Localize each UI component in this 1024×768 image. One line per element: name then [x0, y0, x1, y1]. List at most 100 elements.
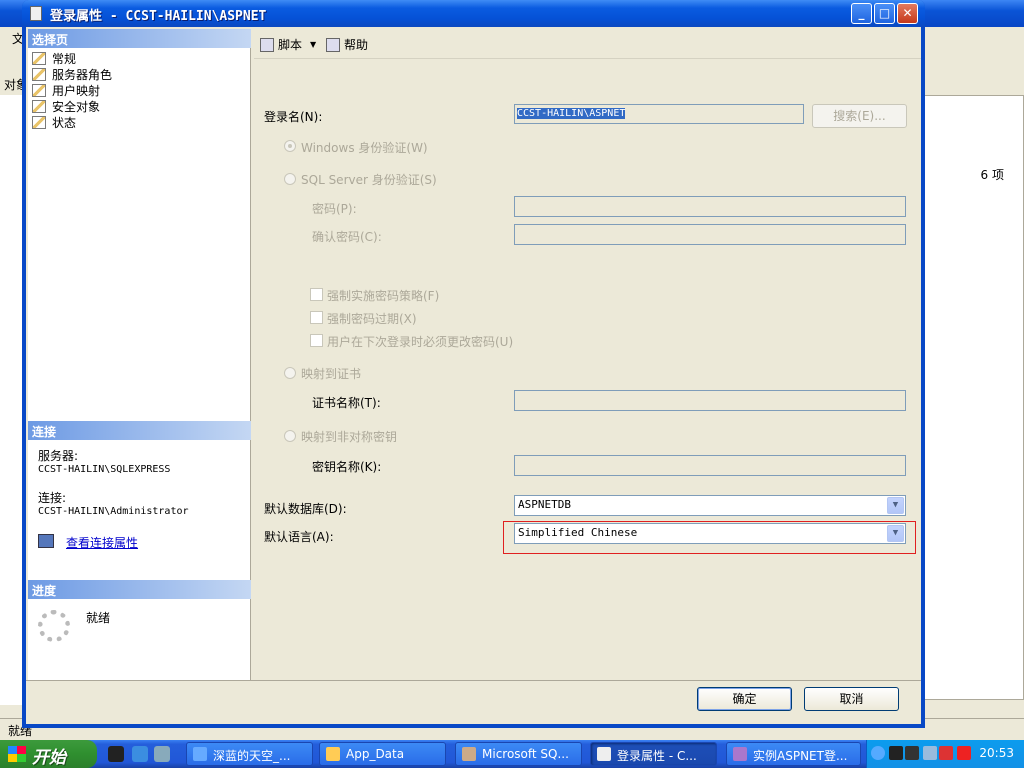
start-label: 开始 — [32, 748, 66, 768]
object-explorer-tree[interactable] — [0, 95, 24, 705]
close-button[interactable]: ✕ — [897, 3, 918, 24]
progress-header: 进度 — [28, 580, 251, 599]
document-icon — [597, 747, 611, 761]
ie-icon[interactable] — [132, 746, 148, 762]
dropdown-arrow-icon[interactable]: ▼ — [310, 40, 316, 49]
connection-value: CCST-HAILIN\Administrator — [38, 506, 189, 517]
sql-auth-radio[interactable] — [284, 173, 296, 185]
cert-name-label: 证书名称(T): — [312, 396, 381, 410]
key-name-label: 密钥名称(K): — [312, 460, 382, 474]
qq-icon[interactable] — [108, 746, 124, 762]
task-label: 实例ASPNET登... — [753, 749, 848, 763]
dialog-titlebar[interactable]: 登录属性 - CCST-HAILIN\ASPNET _ □ ✕ — [22, 0, 925, 27]
page-label: 安全对象 — [52, 99, 101, 114]
enforce-policy-label: 强制实施密码策略(F) — [327, 289, 440, 303]
desktop-icon[interactable] — [154, 746, 170, 762]
default-db-value: ASPNETDB — [518, 498, 571, 511]
minimize-button[interactable]: _ — [851, 3, 872, 24]
qq-tray-icon[interactable] — [905, 746, 919, 760]
chevron-down-icon[interactable]: ▼ — [887, 525, 904, 542]
confirm-password-field[interactable] — [514, 224, 906, 245]
document-icon — [30, 6, 42, 21]
enforce-policy-checkbox[interactable] — [310, 288, 323, 301]
page-label: 常规 — [52, 51, 77, 66]
default-lang-value: Simplified Chinese — [518, 526, 638, 539]
script-icon — [260, 37, 274, 52]
map-cert-label: 映射到证书 — [301, 367, 362, 381]
help-label: 帮助 — [344, 38, 369, 52]
task-label: App_Data — [346, 747, 405, 761]
dialog-toolbar: 脚本 ▼ 帮助 — [254, 29, 921, 59]
task-label: Microsoft SQ... — [482, 747, 569, 761]
default-lang-select[interactable]: Simplified Chinese ▼ — [514, 523, 906, 544]
map-asym-key-label: 映射到非对称密钥 — [301, 430, 398, 444]
password-label: 密码(P): — [312, 202, 357, 216]
login-name-label: 登录名(N): — [264, 110, 323, 124]
page-icon — [32, 99, 46, 113]
task-label: 深蓝的天空_... — [213, 749, 291, 763]
sogou-icon[interactable] — [957, 746, 971, 760]
shield-icon[interactable] — [939, 746, 953, 760]
connection-header: 连接 — [28, 421, 251, 440]
general-form: 登录名(N): CCST-HAILIN\ASPNET 搜索(E)... Wind… — [254, 60, 921, 680]
footer-divider — [26, 680, 921, 681]
page-user-mapping[interactable]: 用户映射 — [32, 82, 100, 98]
view-connection-properties-link[interactable]: 查看连接属性 — [66, 534, 138, 551]
page-icon — [32, 115, 46, 129]
cancel-button[interactable]: 取消 — [804, 687, 899, 711]
summary-panel-header — [920, 76, 1024, 96]
sql-icon — [462, 747, 476, 761]
map-cert-radio[interactable] — [284, 367, 296, 379]
page-server-roles[interactable]: 服务器角色 — [32, 66, 112, 82]
system-tray: 20:53 — [866, 740, 1024, 768]
network-icon[interactable] — [923, 746, 937, 760]
login-name-field[interactable]: CCST-HAILIN\ASPNET — [514, 104, 804, 124]
server-value: CCST-HAILIN\SQLEXPRESS — [38, 464, 171, 475]
confirm-password-label: 确认密码(C): — [312, 230, 382, 244]
item-count: 6 项 — [980, 168, 1004, 182]
login-name-value: CCST-HAILIN\ASPNET — [517, 108, 626, 119]
windows-logo-icon — [8, 746, 26, 762]
folder-icon — [326, 747, 340, 761]
page-general[interactable]: 常规 — [32, 50, 76, 66]
page-icon — [32, 83, 46, 97]
key-name-field[interactable] — [514, 455, 906, 476]
windows-auth-label: Windows 身份验证(W) — [301, 141, 428, 155]
task-aspnet-example[interactable]: 实例ASPNET登... — [726, 742, 861, 766]
script-button[interactable]: 脚本 ▼ — [260, 36, 316, 53]
default-db-label: 默认数据库(D): — [264, 502, 347, 516]
must-change-checkbox[interactable] — [310, 334, 323, 347]
password-field[interactable] — [514, 196, 906, 217]
task-browser[interactable]: 深蓝的天空_... — [186, 742, 313, 766]
chevron-down-icon[interactable]: ▼ — [887, 497, 904, 514]
cert-name-field[interactable] — [514, 390, 906, 411]
connection-properties-icon — [38, 534, 54, 548]
enforce-expiration-checkbox[interactable] — [310, 311, 323, 324]
chevron-left-icon[interactable] — [871, 746, 885, 760]
help-button[interactable]: 帮助 — [326, 36, 368, 53]
vs-icon — [733, 747, 747, 761]
progress-status: 就绪 — [86, 611, 111, 625]
task-login-properties[interactable]: 登录属性 - C... — [590, 742, 717, 766]
task-sql-management[interactable]: Microsoft SQ... — [455, 742, 582, 766]
maximize-button[interactable]: □ — [874, 3, 895, 24]
task-app-data[interactable]: App_Data — [319, 742, 446, 766]
windows-auth-radio[interactable] — [284, 140, 296, 152]
connection-label: 连接: — [38, 491, 67, 505]
ok-button[interactable]: 确定 — [697, 687, 792, 711]
page-status[interactable]: 状态 — [32, 114, 76, 130]
ie-icon — [193, 747, 207, 761]
page-label: 状态 — [52, 115, 77, 130]
summary-panel[interactable] — [920, 95, 1024, 700]
map-asym-key-radio[interactable] — [284, 430, 296, 442]
page-label: 服务器角色 — [52, 67, 113, 82]
sql-auth-label: SQL Server 身份验证(S) — [301, 173, 437, 187]
select-page-header: 选择页 — [28, 29, 251, 48]
start-button[interactable]: 开始 — [0, 740, 97, 768]
search-button[interactable]: 搜索(E)... — [812, 104, 907, 128]
dialog-client: 选择页 常规 服务器角色 用户映射 安全对象 状态 连接 服务器: CCST-H… — [26, 27, 921, 724]
qq-tray-icon[interactable] — [889, 746, 903, 760]
default-db-select[interactable]: ASPNETDB ▼ — [514, 495, 906, 516]
page-securables[interactable]: 安全对象 — [32, 98, 100, 114]
must-change-label: 用户在下次登录时必须更改密码(U) — [327, 335, 514, 349]
